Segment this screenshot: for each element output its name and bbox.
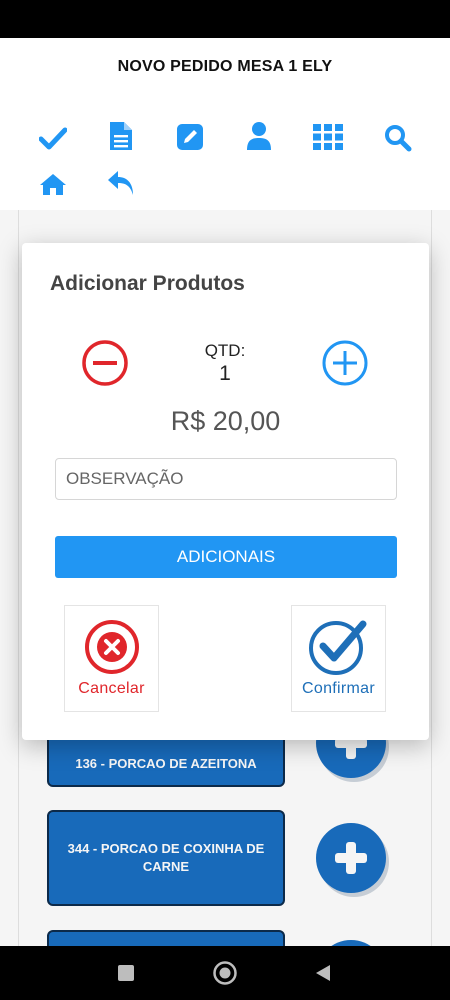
- cancel-x-icon: [84, 620, 139, 674]
- observation-input[interactable]: [55, 458, 397, 500]
- status-bar: [0, 0, 450, 38]
- addons-button[interactable]: ADICIONAIS: [55, 536, 397, 578]
- system-nav-bar: [0, 946, 450, 1000]
- home-circle-icon: [213, 961, 237, 985]
- cancel-label: Cancelar: [78, 680, 145, 697]
- check-icon[interactable]: [38, 123, 68, 153]
- edit-icon[interactable]: [175, 122, 205, 152]
- confirm-label: Confirmar: [302, 680, 375, 697]
- triangle-back-icon: [316, 965, 330, 981]
- home-icon[interactable]: [38, 169, 68, 199]
- minus-circle-icon: [82, 340, 128, 386]
- dialog-title: Adicionar Produtos: [50, 272, 245, 295]
- plus-circle-icon: [322, 340, 368, 386]
- user-icon[interactable]: [244, 121, 274, 151]
- product-price: R$ 20,00: [170, 406, 281, 436]
- cancel-button[interactable]: Cancelar: [64, 605, 159, 712]
- document-icon[interactable]: [106, 121, 136, 151]
- back-nav-button[interactable]: [293, 946, 353, 1000]
- home-button[interactable]: [195, 946, 255, 1000]
- decrease-qty-button[interactable]: [80, 338, 130, 388]
- page-title: NOVO PEDIDO MESA 1 ELY: [117, 58, 333, 75]
- confirm-check-icon: [308, 620, 366, 675]
- confirm-button[interactable]: Confirmar: [291, 605, 386, 712]
- back-icon[interactable]: [106, 168, 136, 198]
- search-icon[interactable]: [383, 123, 413, 153]
- grid-icon[interactable]: [313, 122, 343, 152]
- square-icon: [118, 965, 134, 981]
- increase-qty-button[interactable]: [320, 338, 370, 388]
- recents-button[interactable]: [96, 946, 156, 1000]
- qty-value: 1: [219, 362, 231, 385]
- add-products-dialog: Adicionar Produtos QTD: 1 R$ 20,00 ADICI…: [22, 243, 429, 740]
- qty-label: QTD:: [204, 341, 246, 360]
